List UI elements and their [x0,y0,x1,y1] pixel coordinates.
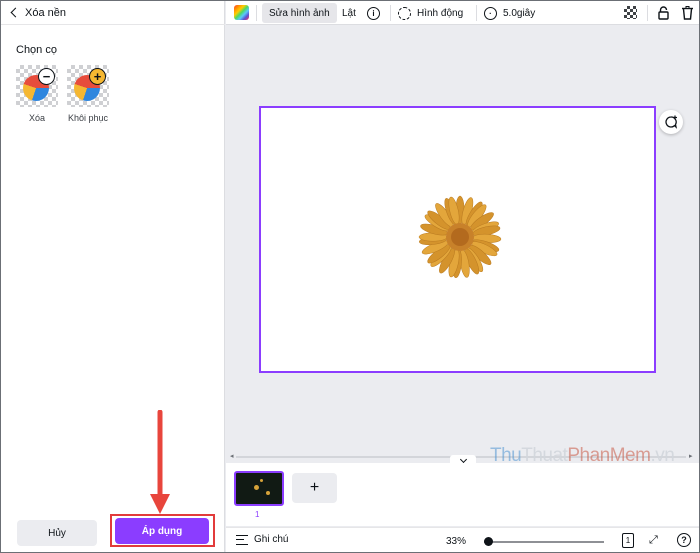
thumb-flower [254,485,259,490]
page-count-button[interactable]: 1 [622,533,634,548]
color-picker-button[interactable] [234,5,249,20]
thumb-flower [260,479,263,482]
apply-button[interactable]: Áp dụng [115,518,209,544]
clock-icon: · [484,6,497,20]
collapse-pages-button[interactable] [450,455,476,467]
duration-label: 5.0giây [503,7,536,19]
background-remover-panel: Xóa nền Chọn cọ − + Xóa Khôi phục Hủy [1,1,225,552]
divider [256,5,257,21]
plus-icon: + [89,68,106,85]
panel-title: Xóa nền [25,6,66,19]
lock-icon[interactable] [658,6,669,20]
watermark-part: PhanMem [567,445,651,466]
watermark-part: Thuat [521,445,568,466]
animate-icon [398,6,411,20]
chevron-left-icon [10,7,21,18]
add-page-button[interactable]: + [292,473,337,503]
duration-button[interactable]: · 5.0giây [484,1,535,25]
zoom-slider[interactable] [484,537,604,546]
info-icon: i [367,6,380,20]
flower-image[interactable] [417,194,503,280]
notes-label: Ghi chú [254,534,289,545]
comment-add-icon [665,115,678,129]
page-thumbnail[interactable] [234,471,284,506]
back-button[interactable]: Xóa nền [1,1,225,25]
zoom-level: 33% [446,536,467,547]
add-comment-button[interactable] [659,110,683,134]
help-icon[interactable]: ? [677,533,691,547]
red-arrow-annotation [150,410,170,514]
editor-footer: Ghi chú 33% 1 ⤢ ? [226,527,699,552]
cancel-button[interactable]: Hủy [17,520,97,546]
page-number: 1 [255,510,260,519]
restore-brush-label: Khôi phục [67,113,109,123]
editor-toolbar: Sửa hình ảnh Lật i Hình động · 5.0giây [226,1,699,25]
chevron-down-icon [459,455,467,464]
minus-icon: − [38,68,55,85]
trash-icon[interactable] [682,6,693,20]
design-canvas[interactable] [259,106,656,373]
brush-section-title: Chọn cọ [16,44,57,56]
erase-brush-button[interactable]: − [16,65,58,107]
restore-brush-button[interactable]: + [67,65,109,107]
erase-brush-label: Xóa [28,113,45,123]
thumb-flower [266,491,270,495]
edit-image-button[interactable]: Sửa hình ảnh [262,3,337,23]
transparency-icon[interactable] [624,6,637,19]
watermark: ThuThuatPhanMem.vn [490,445,675,467]
watermark-part: Thu [490,445,522,466]
flip-button[interactable]: Lật [342,1,356,25]
fullscreen-icon[interactable]: ⤢ [649,534,658,547]
page-strip: 1 + [226,463,699,526]
divider [647,5,648,21]
notes-icon [236,534,248,545]
animate-label: Hình động [417,7,464,19]
scroll-left-icon[interactable]: ◂ [230,452,234,460]
divider [390,5,391,21]
info-button[interactable]: i [367,1,386,25]
zoom-slider-knob[interactable] [484,537,493,546]
divider [476,5,477,21]
scroll-right-icon[interactable]: ▸ [689,452,693,460]
animate-button[interactable]: Hình động [398,1,463,25]
notes-button[interactable]: Ghi chú [236,534,288,545]
watermark-part: .vn [650,445,675,466]
